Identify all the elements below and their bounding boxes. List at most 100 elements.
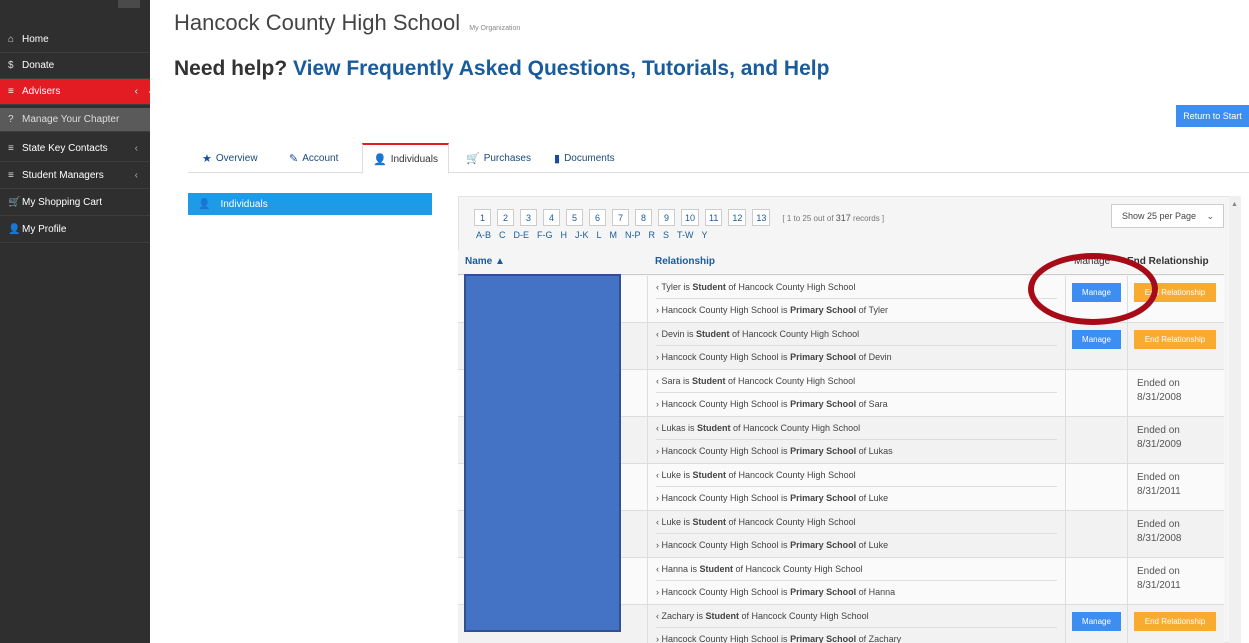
alpha-link[interactable]: R [649,230,656,240]
relationship-line[interactable]: › Hancock County High School is Primary … [656,446,893,456]
page-link[interactable]: 3 [520,209,537,226]
relationship-line[interactable]: › Hancock County High School is Primary … [656,634,901,643]
alpha-link[interactable]: L [597,230,602,240]
relationship-line[interactable]: › Hancock County High School is Primary … [656,399,888,409]
relationship-line[interactable]: › Hancock County High School is Primary … [656,540,888,550]
scroll-up-icon[interactable]: ▲ [1231,201,1238,208]
alpha-link[interactable]: T-W [677,230,694,240]
sidebar-item-shopping-cart[interactable]: 🛒 My Shopping Cart [0,190,150,216]
relationship-line[interactable]: ‹ Lukas is Student of Hancock County Hig… [656,423,860,433]
tab-documents[interactable]: ▮ Documents [554,143,615,173]
alpha-link[interactable]: A-B [476,230,491,240]
ended-date: 8/31/2008 [1137,392,1182,403]
sidebar-item-student-managers[interactable]: ≡ Student Managers ‹ [0,163,150,189]
ended-status: Ended on 8/31/2008 [1137,518,1182,546]
record-count: [ 1 to 25 out of 317 records ] [782,213,884,223]
end-relationship-button[interactable]: End Relationship [1134,330,1216,349]
relationship-cell: ‹ Tyler is Student of Hancock County Hig… [648,276,1066,322]
page-link[interactable]: 7 [612,209,629,226]
sidebar-item-profile[interactable]: 👤 My Profile [0,217,150,243]
column-header-name[interactable]: Name ▲ [465,256,505,267]
alpha-link[interactable]: D-E [514,230,530,240]
tab-individuals[interactable]: 👤 Individuals [362,143,449,174]
rel-text: of Lukas [856,446,893,456]
rel-text: of Devin [856,352,892,362]
page-link[interactable]: 13 [752,209,771,226]
sidebar-item-label: Student Managers [22,170,104,181]
relationship-line[interactable]: ‹ Tyler is Student of Hancock County Hig… [656,282,855,292]
help-link[interactable]: View Frequently Asked Questions, Tutoria… [293,57,829,80]
alpha-link[interactable]: S [663,230,669,240]
edit-icon: ✎ [289,152,299,165]
relationship-line[interactable]: ‹ Zachary is Student of Hancock County H… [656,611,869,621]
page-link[interactable]: 10 [681,209,700,226]
dollar-icon: $ [8,60,14,71]
rel-text: ‹ Hanna is [656,564,700,574]
record-total: 317 [835,212,851,223]
alpha-link[interactable]: C [499,230,506,240]
per-page-select[interactable]: Show 25 per Page ⌄ [1111,204,1224,228]
page-link[interactable]: 5 [566,209,583,226]
rel-role: Primary School [790,352,857,362]
relationship-line[interactable]: › Hancock County High School is Primary … [656,493,888,503]
sidebar-subitem-manage-chapter[interactable]: ? Manage Your Chapter [0,108,150,132]
alpha-link[interactable]: Y [702,230,708,240]
ended-label: Ended on [1137,425,1180,436]
page-link[interactable]: 6 [589,209,606,226]
rel-text: of Tyler [856,305,888,315]
rel-text: › Hancock County High School is [656,305,791,315]
sidebar-item-donate[interactable]: $ Donate [0,53,150,79]
user-icon: 👤 [373,153,387,166]
relationship-line[interactable]: ‹ Devin is Student of Hancock County Hig… [656,329,859,339]
rel-text: of Sara [856,399,888,409]
subnav-item-individuals[interactable]: 👤 Individuals [188,193,432,215]
end-relationship-button[interactable]: End Relationship [1134,612,1216,631]
page-link[interactable]: 8 [635,209,652,226]
manage-button[interactable]: Manage [1072,612,1121,631]
page-link[interactable]: 12 [728,209,747,226]
alpha-filter: A-B C D-E F-G H J-K L M N-P R S T-W Y [476,230,708,240]
rel-role: Primary School [790,493,857,503]
relationship-line[interactable]: › Hancock County High School is Primary … [656,305,888,315]
sidebar: ⌂ Home $ Donate ≡ Advisers ‹ ? Manage Yo… [0,0,156,643]
manage-button[interactable]: Manage [1072,330,1121,349]
relationship-cell: ‹ Devin is Student of Hancock County Hig… [648,323,1066,369]
return-to-start-button[interactable]: Return to Start [1176,105,1249,127]
tab-overview[interactable]: ★ Overview [202,143,258,173]
sidebar-item-home[interactable]: ⌂ Home [0,27,150,53]
alpha-link[interactable]: J-K [575,230,589,240]
rel-text: ‹ Devin is [656,329,697,339]
relationship-line[interactable]: › Hancock County High School is Primary … [656,352,892,362]
ended-label: Ended on [1137,378,1180,389]
relationship-cell: ‹ Luke is Student of Hancock County High… [648,464,1066,510]
page-link[interactable]: 4 [543,209,560,226]
page-link[interactable]: 11 [705,209,723,226]
rel-text: ‹ Lukas is [656,423,698,433]
user-icon: 👤 [198,198,211,210]
scrollbar[interactable] [1229,196,1241,643]
alpha-link[interactable]: M [610,230,618,240]
alpha-link[interactable]: H [561,230,568,240]
relationship-line[interactable]: ‹ Luke is Student of Hancock County High… [656,470,856,480]
sidebar-item-advisers[interactable]: ≡ Advisers ‹ [0,79,156,105]
tab-account[interactable]: ✎ Account [289,143,338,173]
page-link[interactable]: 1 [474,209,491,226]
page-link[interactable]: 2 [497,209,514,226]
page-link[interactable]: 9 [658,209,675,226]
ended-label: Ended on [1137,566,1180,577]
annotation-circle [1028,253,1158,325]
alpha-link[interactable]: F-G [537,230,553,240]
relationship-line[interactable]: ‹ Hanna is Student of Hancock County Hig… [656,564,863,574]
tab-purchases[interactable]: 🛒 Purchases [466,143,531,173]
rel-role: Student [699,564,734,574]
relationship-line[interactable]: ‹ Luke is Student of Hancock County High… [656,517,856,527]
alpha-link[interactable]: N-P [625,230,641,240]
divider [656,392,1057,393]
relationship-line[interactable]: ‹ Sara is Student of Hancock County High… [656,376,855,386]
divider [656,580,1057,581]
manage-cell [1066,511,1128,557]
relationship-line[interactable]: › Hancock County High School is Primary … [656,587,895,597]
sidebar-toggle[interactable] [118,0,140,8]
organization-name: Hancock County High School [174,10,461,35]
sidebar-item-state-key-contacts[interactable]: ≡ State Key Contacts ‹ [0,136,150,162]
